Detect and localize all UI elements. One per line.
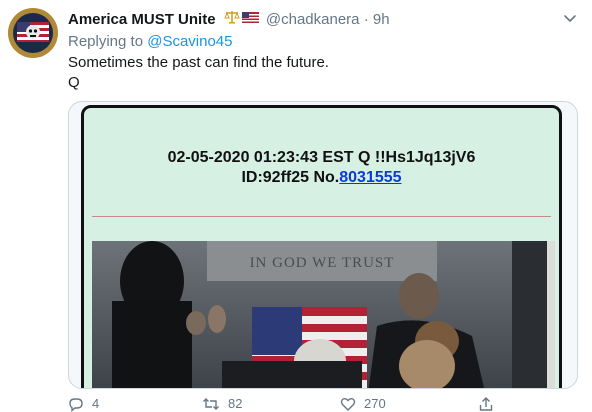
retweet-button[interactable]: 82 xyxy=(202,396,242,412)
post-number-link[interactable]: 8031555 xyxy=(339,169,401,186)
scales-icon xyxy=(223,11,240,24)
reply-icon xyxy=(69,398,83,412)
reply-mention-link[interactable]: @Scavino45 xyxy=(147,33,232,50)
author-handle[interactable]: @chadkanera xyxy=(266,11,360,28)
media-card[interactable]: 02-05-2020 01:23:43 EST Q !!Hs1Jq13jV6 I… xyxy=(68,101,578,389)
tweet-text: Sometimes the past can find the future. … xyxy=(68,53,329,93)
tweet-header: America MUST Unite @chadkanera · 9h xyxy=(68,10,592,30)
post-id: ID:92ff25 No. xyxy=(241,169,340,186)
retweet-icon xyxy=(203,398,219,410)
post-header: 02-05-2020 01:23:43 EST Q !!Hs1Jq13jV6 I… xyxy=(84,148,559,188)
tweet-text-line: Sometimes the past can find the future. xyxy=(68,54,329,71)
profile-emojis xyxy=(223,10,260,30)
divider xyxy=(92,216,551,217)
share-button[interactable] xyxy=(478,396,494,412)
like-icon xyxy=(340,398,356,411)
like-button[interactable]: 270 xyxy=(340,396,386,412)
engraving-text: IN GOD WE TRUST xyxy=(250,255,395,271)
us-flag-icon xyxy=(241,12,259,24)
timestamp[interactable]: 9h xyxy=(373,11,390,28)
separator: · xyxy=(363,11,369,28)
post-header-line: ID:92ff25 No.8031555 xyxy=(84,168,559,188)
share-icon xyxy=(479,397,493,411)
replying-to-label: Replying to xyxy=(68,33,148,50)
retweet-count: 82 xyxy=(228,396,243,411)
replying-to: Replying to @Scavino45 xyxy=(68,32,233,52)
like-count: 270 xyxy=(364,396,386,411)
reply-button[interactable]: 4 xyxy=(68,396,99,412)
avatar[interactable] xyxy=(8,8,58,58)
reply-count: 4 xyxy=(92,396,100,411)
post-photo: IN GOD WE TRUST xyxy=(92,241,555,388)
author-name[interactable]: America MUST Unite xyxy=(68,11,216,28)
tweet-text-line: Q xyxy=(68,74,80,91)
q-post-screenshot: 02-05-2020 01:23:43 EST Q !!Hs1Jq13jV6 I… xyxy=(81,105,562,388)
chevron-down-icon[interactable] xyxy=(562,10,578,26)
post-header-line: 02-05-2020 01:23:43 EST Q !!Hs1Jq13jV6 xyxy=(167,149,476,166)
avatar-image xyxy=(8,8,58,58)
